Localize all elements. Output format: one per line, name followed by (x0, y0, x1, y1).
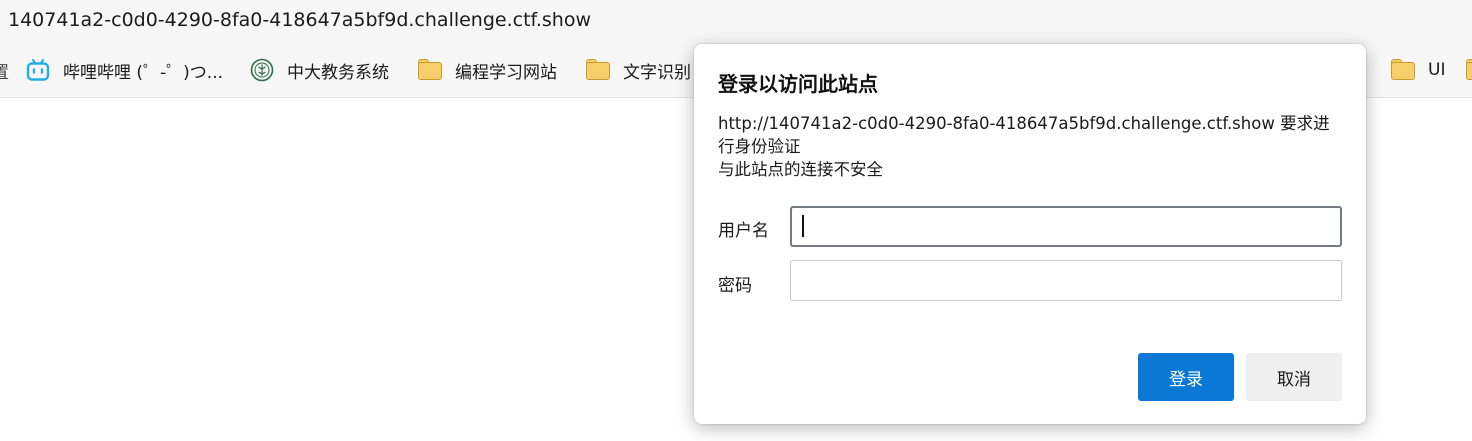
university-seal-icon (250, 58, 274, 82)
address-bar[interactable]: 140741a2-c0d0-4290-8fa0-418647a5bf9d.cha… (0, 0, 1472, 42)
bookmark-label: UI (1428, 60, 1446, 80)
bookmark-label: 文字识别 (623, 62, 691, 83)
insecure-connection-text: 与此站点的连接不安全 (718, 160, 883, 179)
folder-icon (586, 58, 610, 82)
bookmark-label: 中大教务系统 (287, 62, 389, 83)
bookmark-folder-ui[interactable]: UI (1391, 42, 1445, 98)
auth-request-text: http://140741a2-c0d0-4290-8fa0-418647a5b… (718, 114, 1330, 156)
folder-icon (1466, 58, 1472, 82)
bilibili-icon (26, 58, 50, 82)
text-caret (802, 215, 804, 237)
bookmark-label: 哔哩哔哩 (゜-゜)つ... (63, 62, 224, 83)
password-label: 密码 (718, 276, 752, 296)
folder-icon (1391, 58, 1415, 82)
username-label: 用户名 (718, 221, 769, 241)
username-input[interactable] (790, 206, 1342, 247)
dialog-title: 登录以访问此站点 (718, 72, 878, 96)
bookmark-label: 编程学习网站 (455, 62, 557, 83)
auth-dialog: 登录以访问此站点 http://140741a2-c0d0-4290-8fa0-… (694, 44, 1366, 424)
bookmark-university[interactable]: 中大教务系统 (250, 42, 389, 98)
bookmark-folder-overflow[interactable] (1466, 42, 1472, 98)
cancel-button[interactable]: 取消 (1246, 353, 1342, 401)
password-input[interactable] (790, 260, 1342, 301)
login-button[interactable]: 登录 (1138, 353, 1234, 401)
bookmark-edge-fragment: 置 (0, 62, 9, 83)
bookmark-folder-ocr[interactable]: 文字识别 (586, 42, 691, 98)
bookmark-bilibili[interactable]: 哔哩哔哩 (゜-゜)つ... (26, 42, 223, 98)
bookmark-folder-programming[interactable]: 编程学习网站 (418, 42, 557, 98)
folder-icon (418, 58, 442, 82)
address-url[interactable]: 140741a2-c0d0-4290-8fa0-418647a5bf9d.cha… (8, 8, 591, 32)
dialog-message: http://140741a2-c0d0-4290-8fa0-418647a5b… (718, 112, 1338, 181)
